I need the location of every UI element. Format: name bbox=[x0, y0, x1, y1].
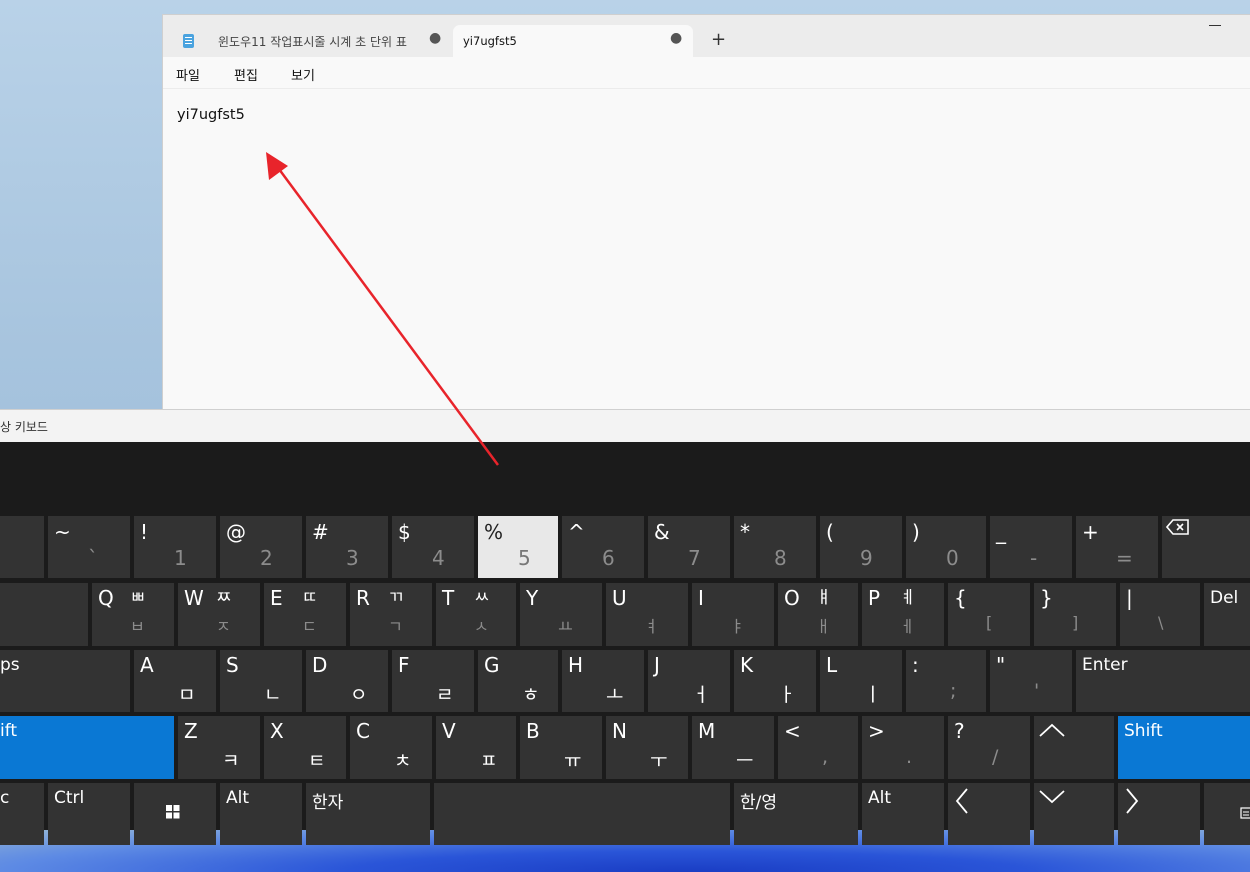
key-shift-right-active[interactable]: Shift bbox=[1118, 716, 1250, 779]
key-esc-partial[interactable]: c bbox=[0, 783, 44, 845]
key-8[interactable]: * 8 bbox=[734, 516, 816, 578]
key-windows[interactable] bbox=[134, 783, 216, 845]
key-9[interactable]: ( 9 bbox=[820, 516, 902, 578]
key-options-partial[interactable] bbox=[1204, 783, 1250, 845]
key-alt-right[interactable]: Alt bbox=[862, 783, 944, 845]
key-h[interactable]: H ㅗ bbox=[562, 650, 644, 712]
tab-title: 윈도우11 작업표시줄 시계 초 단위 표 bbox=[218, 34, 407, 49]
tab-document-2-active[interactable]: yi7ugfst5 ● bbox=[453, 25, 693, 57]
key-enter[interactable]: Enter bbox=[1076, 650, 1250, 712]
key-z[interactable]: Z ㅋ bbox=[178, 716, 260, 779]
key-0[interactable]: ) 0 bbox=[906, 516, 986, 578]
key-s[interactable]: S ㄴ bbox=[220, 650, 302, 712]
osk-title: 상 키보드 bbox=[0, 420, 48, 434]
key-q[interactable]: Q ㅃ ㅂ bbox=[92, 583, 174, 646]
key-slash[interactable]: ? / bbox=[948, 716, 1030, 779]
menu-file[interactable]: 파일 bbox=[176, 65, 200, 84]
key-c[interactable]: C ㅊ bbox=[350, 716, 432, 779]
key-backspace[interactable] bbox=[1162, 516, 1250, 578]
key-bracket-right[interactable]: } ] bbox=[1034, 583, 1116, 646]
key-shift-left-active[interactable]: ift bbox=[0, 716, 174, 779]
key-f[interactable]: F ㄹ bbox=[392, 650, 474, 712]
key-v[interactable]: V ㅍ bbox=[436, 716, 516, 779]
key-w[interactable]: W ㅉ ㅈ bbox=[178, 583, 260, 646]
key-l[interactable]: L ㅣ bbox=[820, 650, 902, 712]
key-e[interactable]: E ㄸ ㄷ bbox=[264, 583, 346, 646]
key-4[interactable]: $ 4 bbox=[392, 516, 474, 578]
tab-title: yi7ugfst5 bbox=[463, 34, 517, 48]
chevron-up-icon bbox=[1039, 723, 1065, 737]
key-quote[interactable]: " ' bbox=[990, 650, 1072, 712]
new-tab-button[interactable]: + bbox=[711, 29, 726, 50]
tab-bar: 윈도우11 작업표시줄 시계 초 단위 표 ● yi7ugfst5 ● + bbox=[163, 15, 1250, 57]
key-p[interactable]: P ㅖ ㅔ bbox=[862, 583, 944, 646]
chevron-down-icon bbox=[1039, 790, 1065, 804]
key-j[interactable]: J ㅓ bbox=[648, 650, 730, 712]
key-del[interactable]: Del bbox=[1204, 583, 1250, 646]
key-arrow-left[interactable] bbox=[948, 783, 1030, 845]
key-arrow-down[interactable] bbox=[1034, 783, 1114, 845]
key-equals[interactable]: + = bbox=[1076, 516, 1158, 578]
key-r[interactable]: R ㄲ ㄱ bbox=[350, 583, 432, 646]
key-2[interactable]: @ 2 bbox=[220, 516, 302, 578]
key-5-highlighted[interactable]: % 5 bbox=[478, 516, 558, 578]
key-hanja[interactable]: 한자 bbox=[306, 783, 430, 845]
key-a[interactable]: A ㅁ bbox=[134, 650, 216, 712]
chevron-left-icon bbox=[955, 788, 968, 814]
key-space[interactable] bbox=[434, 783, 730, 845]
key-alt-left[interactable]: Alt bbox=[220, 783, 302, 845]
key-tilde[interactable]: ~ ` bbox=[48, 516, 130, 578]
key-m[interactable]: M ㅡ bbox=[692, 716, 774, 779]
tab-document-1[interactable]: 윈도우11 작업표시줄 시계 초 단위 표 ● bbox=[173, 25, 451, 57]
key-minus[interactable]: _ - bbox=[990, 516, 1072, 578]
backspace-icon bbox=[1166, 519, 1189, 535]
on-screen-keyboard: ~ ` ! 1 @ 2 # 3 $ 4 % 5 ^ 6 & 7 * 8 ( 9 … bbox=[0, 442, 1250, 845]
key-arrow-up[interactable] bbox=[1034, 716, 1114, 779]
unsaved-dot-icon[interactable]: ● bbox=[429, 30, 441, 46]
menu-view[interactable]: 보기 bbox=[291, 65, 315, 84]
key-u[interactable]: U ㅕ bbox=[606, 583, 688, 646]
key-x[interactable]: X ㅌ bbox=[264, 716, 346, 779]
menu-bar: 파일 편집 보기 bbox=[163, 57, 1250, 89]
key-n[interactable]: N ㅜ bbox=[606, 716, 688, 779]
menu-edit[interactable]: 편집 bbox=[234, 65, 258, 84]
key-g[interactable]: G ㅎ bbox=[478, 650, 558, 712]
key-k[interactable]: K ㅏ bbox=[734, 650, 816, 712]
text-editor[interactable]: yi7ugfst5 bbox=[177, 107, 245, 123]
key-7[interactable]: & 7 bbox=[648, 516, 730, 578]
notepad-doc-icon bbox=[183, 34, 194, 48]
osk-titlebar: 상 키보드 bbox=[0, 409, 1250, 442]
minimize-button[interactable] bbox=[1209, 25, 1221, 26]
key-6[interactable]: ^ 6 bbox=[562, 516, 644, 578]
key-3[interactable]: # 3 bbox=[306, 516, 388, 578]
chevron-right-icon bbox=[1126, 788, 1139, 814]
key-caps-lock[interactable]: ps bbox=[0, 650, 130, 712]
key-b[interactable]: B ㅠ bbox=[520, 716, 602, 779]
unsaved-dot-icon[interactable]: ● bbox=[670, 30, 682, 46]
key-han-eng[interactable]: 한/영 bbox=[734, 783, 858, 845]
key-tab-partial[interactable] bbox=[0, 583, 88, 646]
key-backslash[interactable]: | \ bbox=[1120, 583, 1200, 646]
options-icon bbox=[1240, 807, 1250, 819]
key-t[interactable]: T ㅆ ㅅ bbox=[436, 583, 516, 646]
key-1[interactable]: ! 1 bbox=[134, 516, 216, 578]
key-ctrl[interactable]: Ctrl bbox=[48, 783, 130, 845]
key-bracket-left[interactable]: { [ bbox=[948, 583, 1030, 646]
key-y[interactable]: Y ㅛ bbox=[520, 583, 602, 646]
key-o[interactable]: O ㅒ ㅐ bbox=[778, 583, 858, 646]
notepad-window: 윈도우11 작업표시줄 시계 초 단위 표 ● yi7ugfst5 ● + 파일… bbox=[162, 14, 1250, 414]
key-period[interactable]: > . bbox=[862, 716, 944, 779]
key-partial-left[interactable] bbox=[0, 516, 44, 578]
windows-logo-icon bbox=[166, 805, 180, 819]
key-comma[interactable]: < , bbox=[778, 716, 858, 779]
key-d[interactable]: D ㅇ bbox=[306, 650, 388, 712]
key-arrow-right[interactable] bbox=[1118, 783, 1200, 845]
key-semicolon[interactable]: : ; bbox=[906, 650, 986, 712]
key-i[interactable]: I ㅑ bbox=[692, 583, 774, 646]
